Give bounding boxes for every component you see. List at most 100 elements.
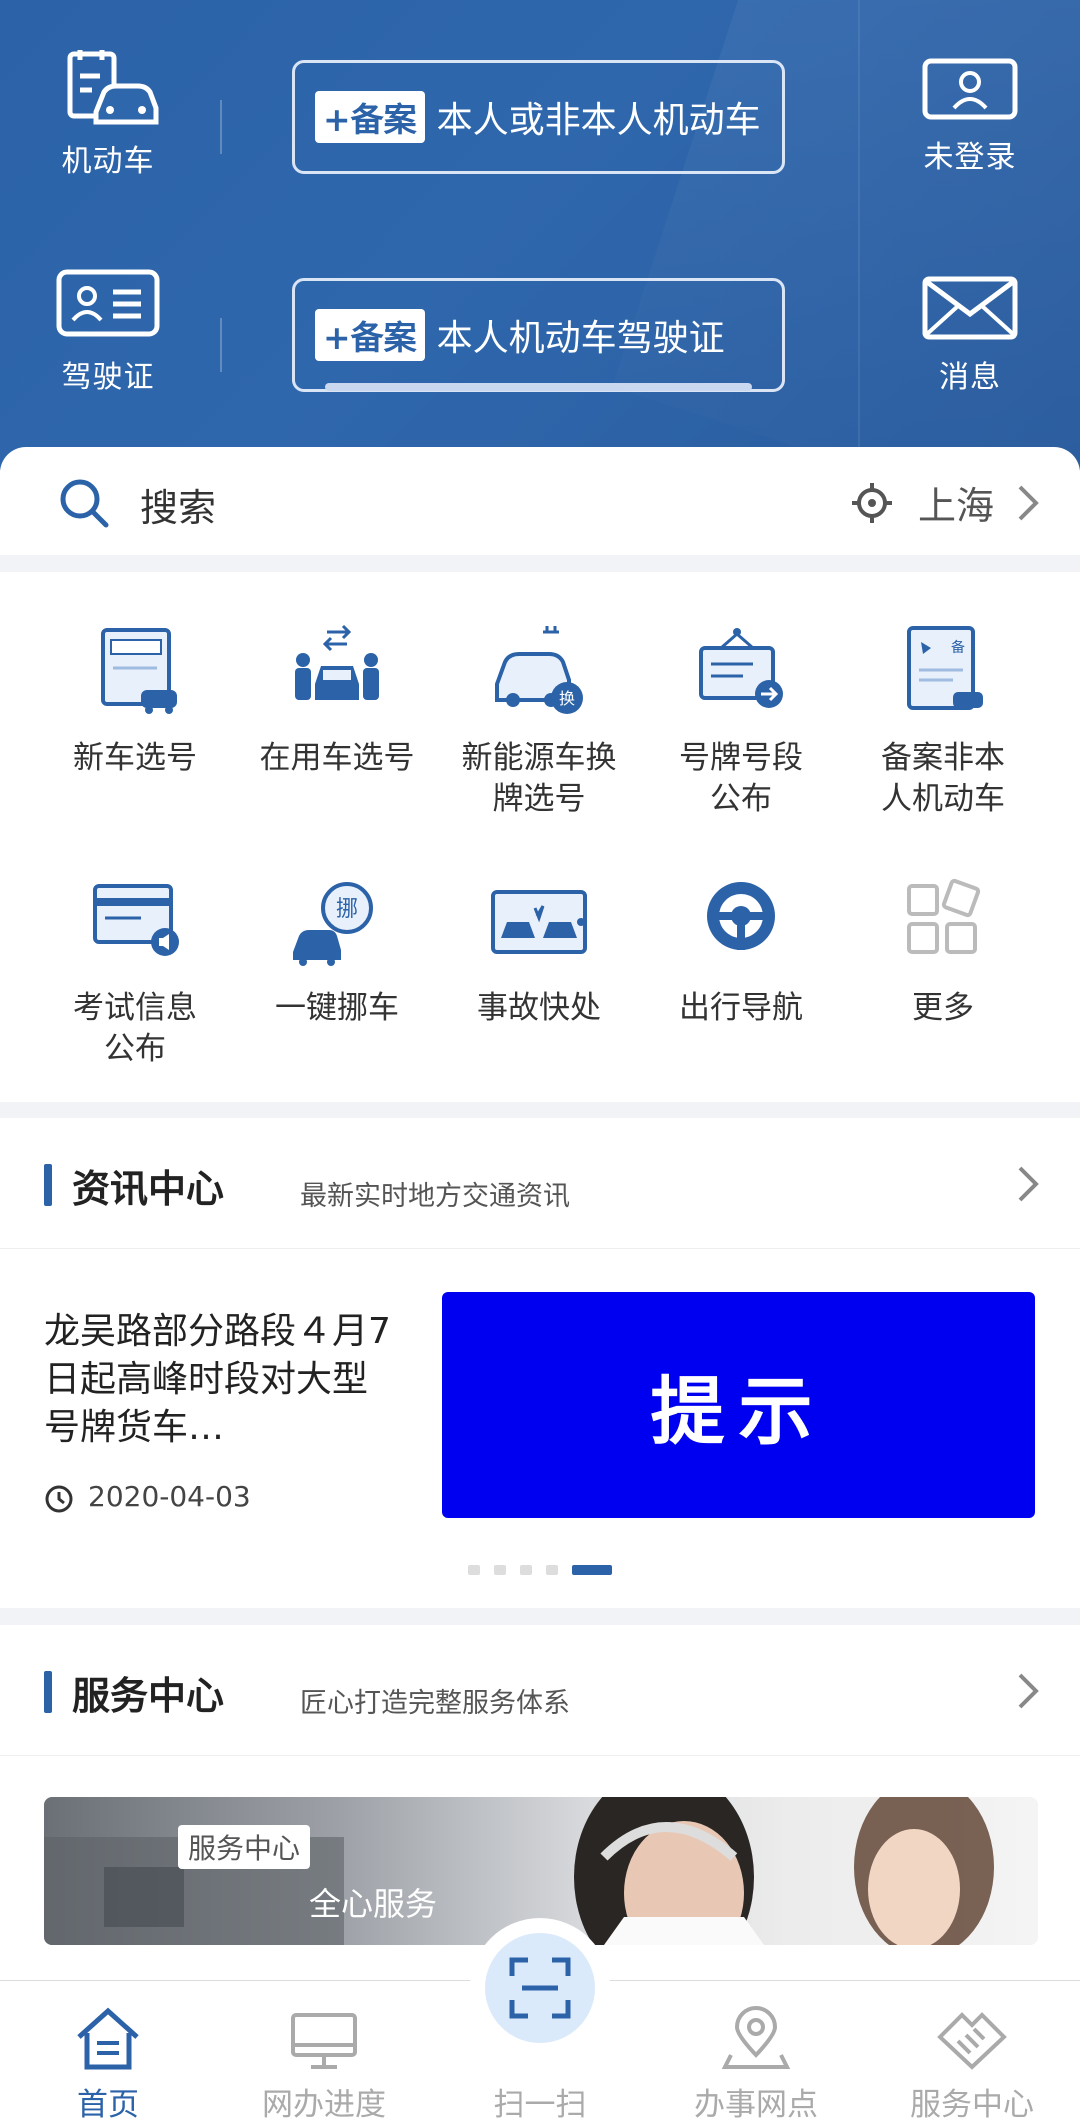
license-card-icon: [56, 269, 160, 337]
carousel-dot: [520, 1565, 532, 1575]
message-label: 消息: [939, 360, 1001, 395]
login-label: 未登录: [923, 140, 1017, 175]
carousel-dot: [546, 1565, 558, 1575]
ev-plate-swap-icon: 换: [495, 626, 583, 714]
svg-text:换: 换: [559, 689, 575, 708]
header-banner: 机动车 驾驶证 +备案 本人或非本人机动车 +备案 本人机动车驾驶证 未登录 消…: [0, 0, 1080, 470]
search-input[interactable]: 搜索: [140, 477, 216, 532]
vehicle-icon: [67, 50, 159, 125]
accident-icon: [491, 890, 587, 954]
tab-service-points[interactable]: 办事网点: [648, 1981, 864, 2124]
used-car-plate-icon: [295, 624, 379, 700]
chevron-right-icon: [1018, 1166, 1039, 1202]
grid-item-label: 更多: [912, 990, 974, 1026]
grid-item-ev-plate[interactable]: 换 新能源车换牌选号: [439, 622, 639, 820]
license-entry[interactable]: 驾驶证: [48, 268, 168, 396]
carousel-dot: [468, 1565, 480, 1575]
divider: [220, 100, 222, 154]
city-selector[interactable]: 上海: [918, 475, 994, 530]
grid-item-exam-info[interactable]: 考试信息公布: [35, 872, 235, 1070]
news-header[interactable]: 资讯中心 最新实时地方交通资讯: [0, 1118, 1080, 1249]
section-accent: [44, 1164, 52, 1206]
service-title: 服务中心: [72, 1674, 225, 1718]
grid-item-label: 新车选号: [73, 740, 197, 776]
grid-item-label: 一键挪车: [275, 990, 399, 1026]
news-item-date: 2020-04-03: [88, 1480, 251, 1513]
grid-item-plate-range[interactable]: 号牌号段公布: [641, 622, 841, 820]
news-subtitle: 最新实时地方交通资讯: [300, 1181, 570, 1212]
svg-text:备: 备: [951, 639, 965, 656]
grid-item-label: 在用车选号: [259, 740, 415, 776]
register-tag: +备案: [315, 309, 425, 361]
register-vehicle-icon: 备: [907, 626, 983, 710]
plate-range-notice-icon: [699, 628, 783, 708]
location-pin-icon: [721, 2006, 791, 2069]
clock-icon: [45, 1485, 73, 1513]
grid-item-label: 事故快处: [477, 990, 601, 1026]
tab-label: 办事网点: [694, 2087, 818, 2123]
tab-label: 网办进度: [262, 2087, 386, 2123]
section-accent: [44, 1671, 52, 1713]
register-vehicle-text: 本人或非本人机动车: [436, 100, 761, 141]
svg-text:挪: 挪: [336, 897, 358, 922]
grid-item-used-car-plate[interactable]: 在用车选号: [237, 622, 437, 779]
new-car-plate-icon: [101, 628, 177, 714]
service-subtitle: 匠心打造完整服务体系: [300, 1688, 570, 1719]
tab-home[interactable]: 首页: [0, 1981, 216, 2124]
carousel-dot-active: [572, 1565, 612, 1575]
search-bar[interactable]: 搜索 上海: [0, 447, 1080, 555]
tab-label: 服务中心: [910, 2087, 1034, 2123]
grid-item-move-car[interactable]: 挪 一键挪车: [237, 872, 437, 1029]
tab-progress[interactable]: 网办进度: [216, 1981, 432, 2124]
steering-wheel-icon: [707, 882, 775, 950]
scan-button[interactable]: [470, 1918, 610, 2058]
news-item-title[interactable]: 龙吴路部分路段４月7日起高峰时段对大型号牌货车…: [44, 1308, 394, 1452]
register-tag: +备案: [315, 91, 425, 143]
license-label: 驾驶证: [61, 360, 155, 395]
login-entry[interactable]: 未登录: [910, 58, 1030, 176]
chevron-right-icon: [1018, 485, 1039, 521]
monitor-icon: [291, 2013, 357, 2069]
grid-item-navigation[interactable]: 出行导航: [641, 872, 841, 1029]
move-car-icon: 挪: [293, 882, 373, 966]
exam-info-icon: [93, 884, 179, 956]
vehicle-entry[interactable]: 机动车: [48, 48, 168, 180]
home-icon: [77, 2007, 139, 2070]
carousel-indicator: [468, 1560, 626, 1575]
service-image-text: 全心服务: [309, 1885, 438, 1923]
grid-item-new-car-plate[interactable]: 新车选号: [35, 622, 235, 779]
grid-item-more[interactable]: 更多: [843, 872, 1043, 1029]
news-section: 资讯中心 最新实时地方交通资讯 龙吴路部分路段４月7日起高峰时段对大型号牌货车……: [0, 1118, 1080, 1608]
tab-label: 首页: [77, 2087, 139, 2123]
scan-icon: [509, 1957, 571, 2019]
service-header[interactable]: 服务中心 匠心打造完整服务体系: [0, 1625, 1080, 1756]
news-title: 资讯中心: [72, 1167, 225, 1211]
tab-label: 扫一扫: [493, 2087, 587, 2123]
handshake-icon: [937, 2012, 1007, 2070]
user-card-icon: [922, 58, 1018, 120]
carousel-dot: [494, 1565, 506, 1575]
register-vehicle-plate-button[interactable]: +备案 本人或非本人机动车: [292, 60, 785, 174]
grid-item-label: 新能源车换牌选号: [461, 740, 617, 817]
search-icon: [60, 479, 109, 528]
vehicle-label: 机动车: [61, 144, 155, 179]
grid-item-register-vehicle[interactable]: 备 备案非本人机动车: [843, 622, 1043, 820]
grid-item-accident[interactable]: 事故快处: [439, 872, 639, 1029]
service-image-tag: 服务中心: [178, 1825, 311, 1869]
message-entry[interactable]: 消息: [910, 276, 1030, 396]
tab-service-center[interactable]: 服务中心: [864, 1981, 1080, 2124]
more-grid-icon: [907, 878, 981, 954]
plate-decoration: [325, 383, 752, 391]
envelope-icon: [922, 276, 1018, 340]
grid-item-label: 出行导航: [679, 990, 803, 1026]
register-license-plate-button[interactable]: +备案 本人机动车驾驶证: [292, 278, 785, 392]
chevron-right-icon: [1018, 1673, 1039, 1709]
locate-icon: [852, 483, 892, 523]
register-license-text: 本人机动车驾驶证: [436, 318, 725, 359]
news-banner-image[interactable]: 提示: [442, 1292, 1035, 1518]
service-grid: 新车选号 在用车选号 换 新能源车换牌选号 号牌号段公布 备 备案非本人机动车 …: [0, 572, 1080, 1102]
divider: [220, 318, 222, 372]
grid-item-label: 备案非本人机动车: [881, 740, 1005, 817]
grid-item-label: 号牌号段公布: [679, 740, 803, 817]
divider: [858, 0, 860, 470]
